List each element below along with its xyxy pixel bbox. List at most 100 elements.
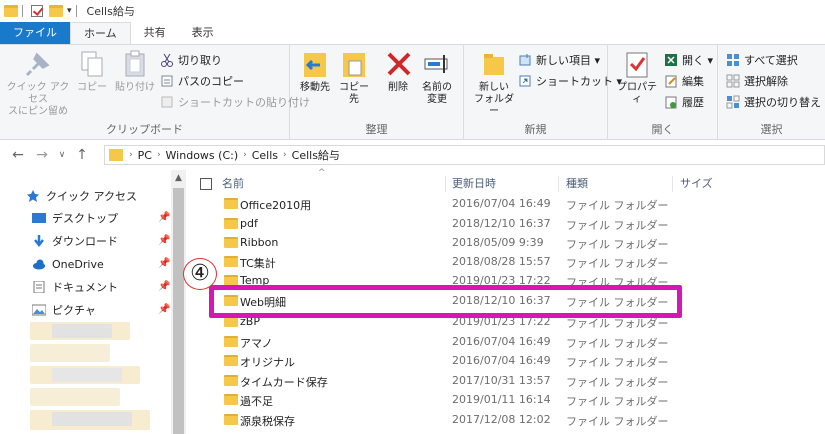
document-icon xyxy=(32,280,46,294)
folder-icon xyxy=(224,237,238,248)
open-group-label: 開く xyxy=(651,123,674,136)
new-folder-label-2: フォルダー xyxy=(474,94,514,117)
column-header-date[interactable]: 更新日時 xyxy=(446,172,558,196)
column-header-name[interactable]: 名前 xyxy=(216,172,444,196)
copy-to-button[interactable]: コピー先 xyxy=(336,49,372,106)
history-button[interactable]: 履歴 xyxy=(664,93,704,111)
pin-icon[interactable]: 📌 xyxy=(158,281,170,292)
ribbon: クイック アクセス スにピン留め コピー 貼り付け 切り取り パスのコピー ショ… xyxy=(0,44,825,140)
copy-button[interactable]: コピー xyxy=(76,49,108,94)
pin-icon[interactable]: 📌 xyxy=(158,304,170,315)
select-none-button[interactable]: 選択解除 xyxy=(726,72,788,90)
table-row[interactable]: オリジナル 2016/07/04 16:49 ファイル フォルダー xyxy=(194,351,825,371)
cut-button[interactable]: 切り取り xyxy=(160,51,222,69)
pin-icon[interactable]: 📌 xyxy=(158,212,170,223)
edit-button[interactable]: 編集 xyxy=(664,72,704,90)
up-arrow-icon[interactable]: ↑ xyxy=(72,147,92,163)
select-all-button[interactable]: すべて選択 xyxy=(726,51,798,69)
nav-item-onedrive[interactable]: OneDrive xyxy=(32,254,104,274)
open-button[interactable]: 開く ▾ xyxy=(664,51,713,69)
nav-item-desktop[interactable]: デスクトップ xyxy=(32,208,118,228)
scroll-up-arrow-icon[interactable]: ▲ xyxy=(171,170,186,186)
table-row[interactable]: 源泉税保存 2017/12/08 12:02 ファイル フォルダー xyxy=(194,410,825,430)
clipboard-group: クイック アクセス スにピン留め コピー 貼り付け 切り取り パスのコピー ショ… xyxy=(0,45,310,140)
nav-item-documents[interactable]: ドキュメント xyxy=(32,277,118,297)
file-name: Office2010用 xyxy=(240,199,312,212)
nav-scrollbar[interactable]: ▲ xyxy=(171,170,186,434)
paste-shortcut-button[interactable]: ショートカットの貼り付け xyxy=(160,93,310,111)
delete-label: 削除 xyxy=(388,82,408,93)
pin-icon[interactable]: 📌 xyxy=(158,258,170,269)
column-header-type[interactable]: 種類 xyxy=(560,172,672,196)
new-item-button[interactable]: 新しい項目 ▾ xyxy=(518,51,600,69)
nav-item-downloads[interactable]: ダウンロード xyxy=(32,231,118,251)
rename-button[interactable]: 名前の 変更 xyxy=(420,49,454,106)
invert-selection-button[interactable]: 選択の切り替え xyxy=(726,93,821,111)
scrollbar-thumb[interactable] xyxy=(173,188,184,434)
column-separator[interactable] xyxy=(558,176,559,192)
copy-icon xyxy=(77,49,107,79)
move-to-button[interactable]: 移動先 xyxy=(296,49,334,94)
delete-button[interactable]: 削除 xyxy=(384,49,412,94)
properties-button[interactable]: プロパティ xyxy=(614,49,660,106)
shortcut-button[interactable]: ショートカット ▾ xyxy=(518,72,622,90)
properties-icon xyxy=(622,49,652,79)
breadcrumb-cells[interactable]: Cells xyxy=(249,149,281,162)
new-folder-icon[interactable] xyxy=(49,5,63,17)
table-row[interactable]: タイムカード保存 2017/10/31 13:57 ファイル フォルダー xyxy=(194,371,825,391)
select-all-label: すべて選択 xyxy=(744,54,798,67)
breadcrumb-separator-icon[interactable]: › xyxy=(241,150,249,160)
navigation-pane: クイック アクセス デスクトップ 📌 ダウンロード 📌 OneDrive 📌 ド… xyxy=(0,170,186,434)
table-row[interactable]: アマノ 2016/07/04 16:49 ファイル フォルダー xyxy=(194,332,825,352)
breadcrumb-windows-c[interactable]: Windows (C:) xyxy=(163,149,242,162)
file-type: ファイル フォルダー xyxy=(566,257,669,270)
pin-label-1: クイック アクセス xyxy=(6,82,70,105)
copy-to-label: コピー先 xyxy=(339,82,369,105)
delete-x-icon xyxy=(384,49,414,79)
paste-button[interactable]: 貼り付け xyxy=(113,49,157,94)
file-type: ファイル フォルダー xyxy=(566,238,669,251)
folder-icon xyxy=(224,375,238,386)
scissors-icon xyxy=(160,53,174,67)
breadcrumb-separator-icon[interactable]: › xyxy=(155,150,163,160)
back-arrow-icon[interactable]: ← xyxy=(8,147,28,163)
table-row[interactable]: 過不足 2019/01/11 16:14 ファイル フォルダー xyxy=(194,390,825,410)
properties-check-icon[interactable] xyxy=(31,5,43,17)
breadcrumb-pc[interactable]: PC xyxy=(135,149,155,162)
tab-home[interactable]: ホーム xyxy=(70,22,131,44)
folder-icon[interactable] xyxy=(4,5,18,17)
folder-icon xyxy=(224,414,238,425)
picture-icon xyxy=(31,304,47,316)
new-folder-button[interactable]: 新しい フォルダー xyxy=(472,49,516,118)
highlight-box xyxy=(209,285,682,318)
tab-view[interactable]: 表示 xyxy=(179,22,227,44)
customize-qat-chevron-icon[interactable]: ▾ xyxy=(67,6,72,16)
folder-icon xyxy=(224,336,238,347)
edit-icon xyxy=(664,74,678,88)
breadcrumb-separator-icon[interactable]: › xyxy=(127,150,135,160)
column-header-size[interactable]: サイズ xyxy=(674,172,754,196)
file-date: 2017/12/08 12:02 xyxy=(452,413,551,426)
address-bar[interactable]: › PC › Windows (C:) › Cells › Cells給与 xyxy=(104,145,825,165)
pin-icon[interactable]: 📌 xyxy=(158,235,170,246)
copy-path-label: パスのコピー xyxy=(178,75,244,88)
breadcrumb-cells-kyuyo[interactable]: Cells給与 xyxy=(289,147,343,163)
table-row[interactable]: Ribbon 2018/05/09 9:39 ファイル フォルダー xyxy=(194,233,825,253)
breadcrumb-separator-icon[interactable]: › xyxy=(281,150,289,160)
copy-folder-icon xyxy=(339,49,369,79)
column-separator[interactable] xyxy=(672,176,673,192)
folder-icon xyxy=(224,218,238,229)
nav-label: ドキュメント xyxy=(52,281,118,294)
nav-item-quick-access[interactable]: クイック アクセス xyxy=(26,186,137,206)
recent-chevron-icon[interactable]: ∨ xyxy=(52,150,72,160)
nav-item-pictures[interactable]: ピクチャ xyxy=(31,300,96,320)
table-row[interactable]: TC集計 2018/08/28 15:57 ファイル フォルダー xyxy=(194,252,825,272)
forward-arrow-icon[interactable]: → xyxy=(32,147,52,163)
copy-path-button[interactable]: パスのコピー xyxy=(160,72,244,90)
table-row[interactable]: Office2010用 2016/07/04 16:49 ファイル フォルダー xyxy=(194,194,825,214)
tab-file[interactable]: ファイル xyxy=(0,22,70,44)
select-all-checkbox[interactable] xyxy=(200,178,212,190)
table-row[interactable]: pdf 2018/12/10 16:37 ファイル フォルダー xyxy=(194,214,825,234)
pin-quick-access-button[interactable]: クイック アクセス スにピン留め xyxy=(6,49,70,118)
tab-share[interactable]: 共有 xyxy=(131,22,179,44)
